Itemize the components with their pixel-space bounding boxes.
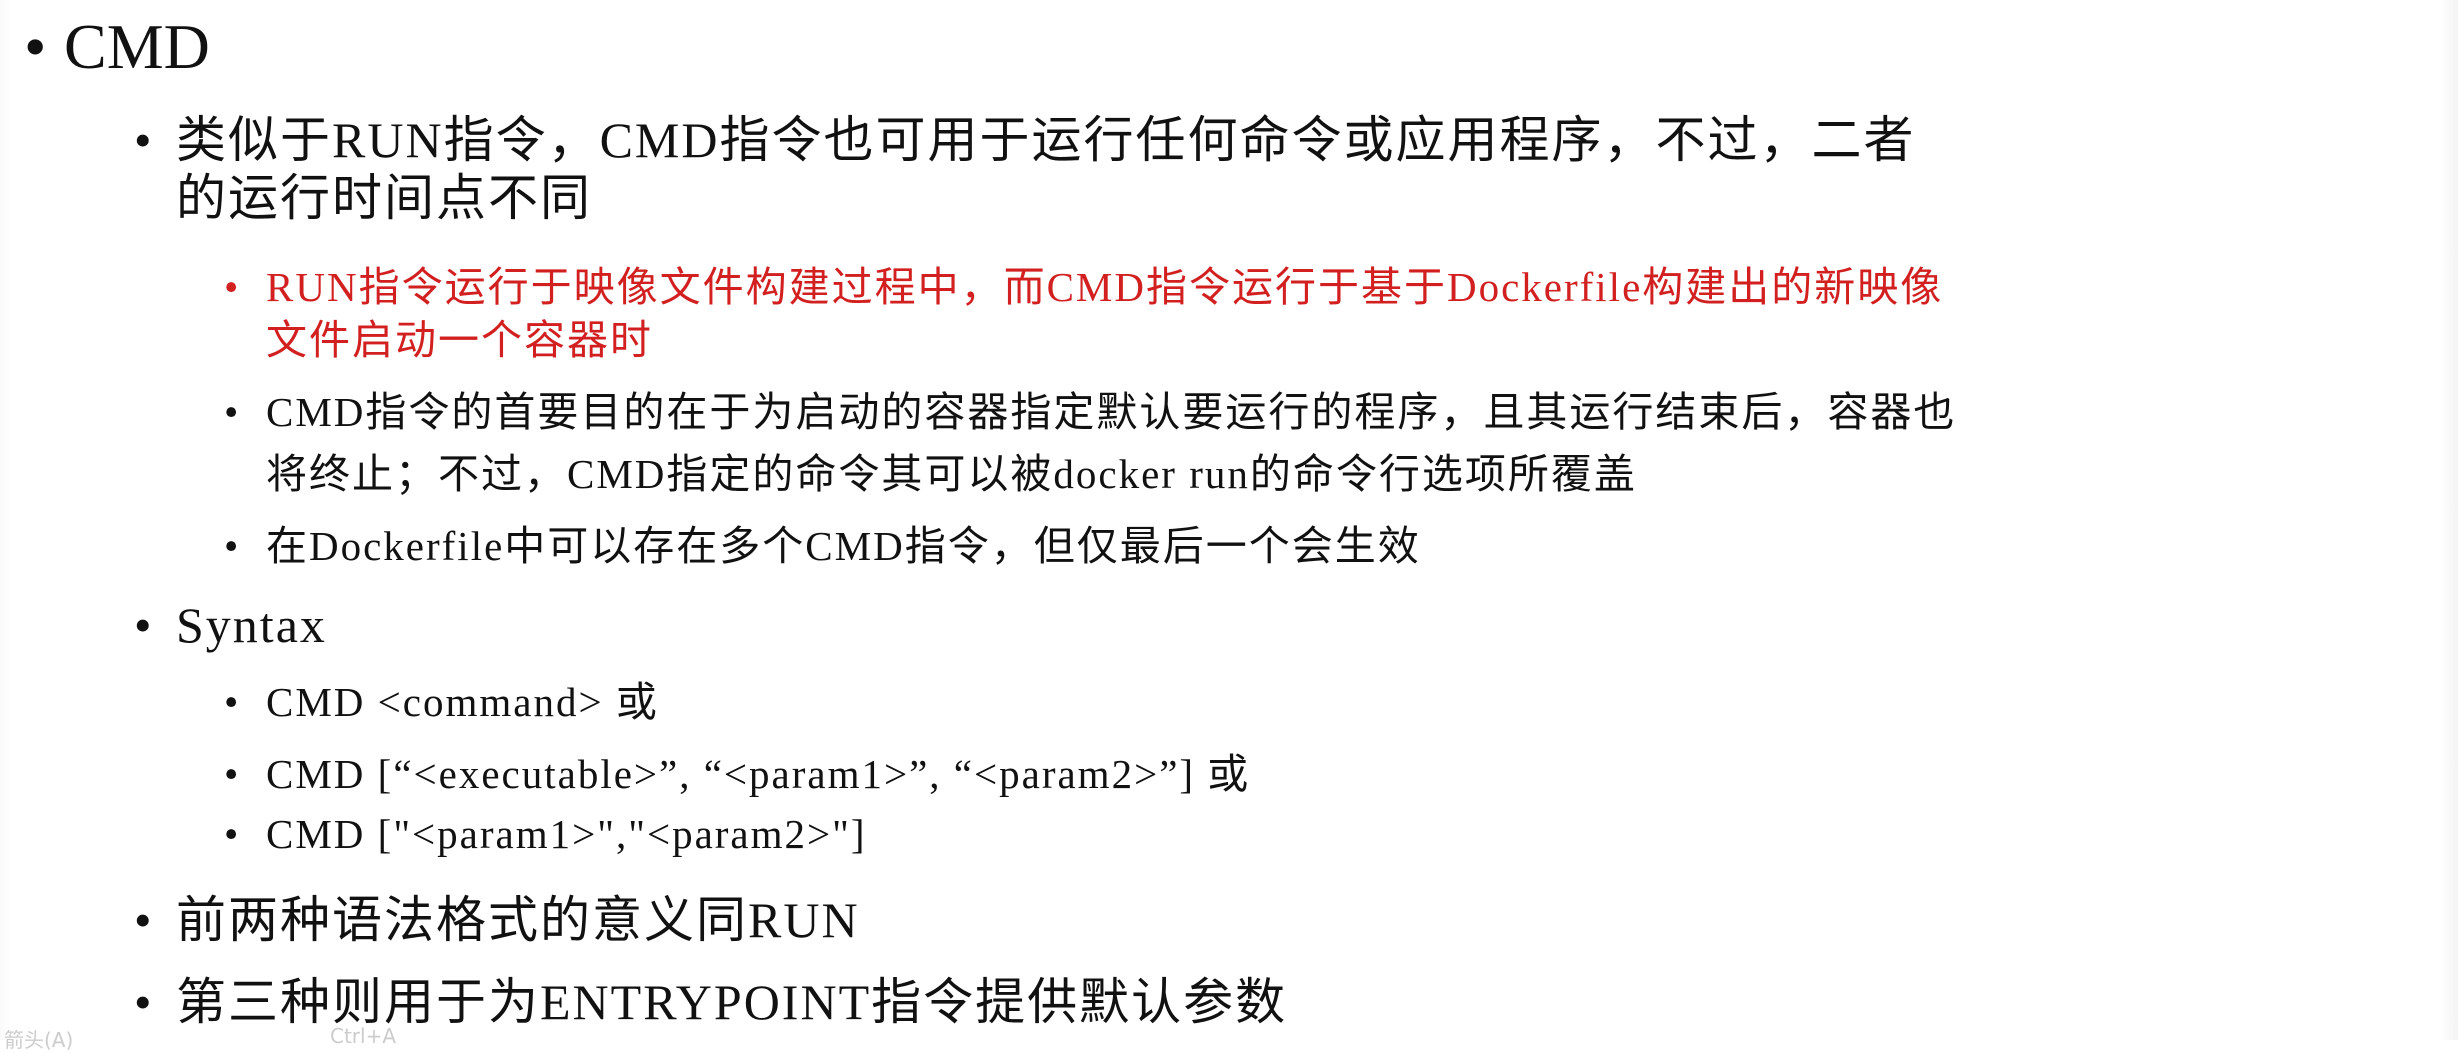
slide: • CMD • 类似于RUN指令，CMD指令也可用于运行任何命令或应用程序，不过… [0,0,2458,1052]
bullet-icon: • [134,974,154,1030]
sub-list-item: • 在Dockerfile中可以存在多个CMD指令，但仅最后一个会生效 [224,512,1421,572]
list-item: • 前两种语法格式的意义同RUN [134,880,860,952]
footer-shortcut-label: Ctrl+A [330,1024,397,1048]
bullet-icon: • [24,11,47,82]
sub-list-item-text: 在Dockerfile中可以存在多个CMD指令，但仅最后一个会生效 [266,523,1421,569]
sub-list-item-text: CMD ["<param1>","<param2>"] [266,811,867,857]
bullet-icon: • [224,389,241,435]
sub-list-item: • CMD [“<executable>”, “<param1>”, “<par… [224,740,1250,800]
sub-list-item-continuation: 将终止；不过，CMD指定的命令其可以被docker run的命令行选项所覆盖 [266,451,1637,497]
sub-list-item-continuation: 文件启动一个容器时 [266,317,653,363]
list-item: • Syntax [134,596,327,654]
bullet-icon: • [134,892,154,948]
sub-list-item-text: CMD指令的首要目的在于为启动的容器指定默认要运行的程序，且其运行结束后，容器也 [266,389,1957,435]
sub-list-item: • CMD ["<param1>","<param2>"] [224,810,867,858]
sub-list-item-text: CMD <command> 或 [266,679,659,725]
bullet-icon: • [224,679,241,725]
list-item-text: 前两种语法格式的意义同RUN [176,892,860,948]
list-item-text: Syntax [176,597,327,653]
bullet-icon: • [134,597,154,653]
bullet-icon: • [224,811,241,857]
bullet-icon: • [224,264,241,310]
sub-list-item: • RUN指令运行于映像文件构建过程中，而CMD指令运行于基于Dockerfil… [224,253,1943,313]
bullet-icon: • [134,112,154,168]
sub-list-item: • CMD指令的首要目的在于为启动的容器指定默认要运行的程序，且其运行结束后，容… [224,378,1956,438]
bullet-icon: • [224,523,241,569]
list-item: • 第三种则用于为ENTRYPOINT指令提供默认参数 [134,962,1287,1034]
sub-list-item-text: RUN指令运行于映像文件构建过程中，而CMD指令运行于基于Dockerfile构… [266,264,1944,310]
title-bullet-line: • CMD [24,10,210,84]
bullet-icon: • [224,751,241,797]
sub-list-item-text: CMD [“<executable>”, “<param1>”, “<param… [266,751,1251,797]
slide-title: CMD [64,11,210,82]
sub-list-item: • CMD <command> 或 [224,668,659,728]
list-item-continuation: 的运行时间点不同 [176,170,592,226]
footer-arrow-label: 箭头(A) [4,1028,74,1052]
